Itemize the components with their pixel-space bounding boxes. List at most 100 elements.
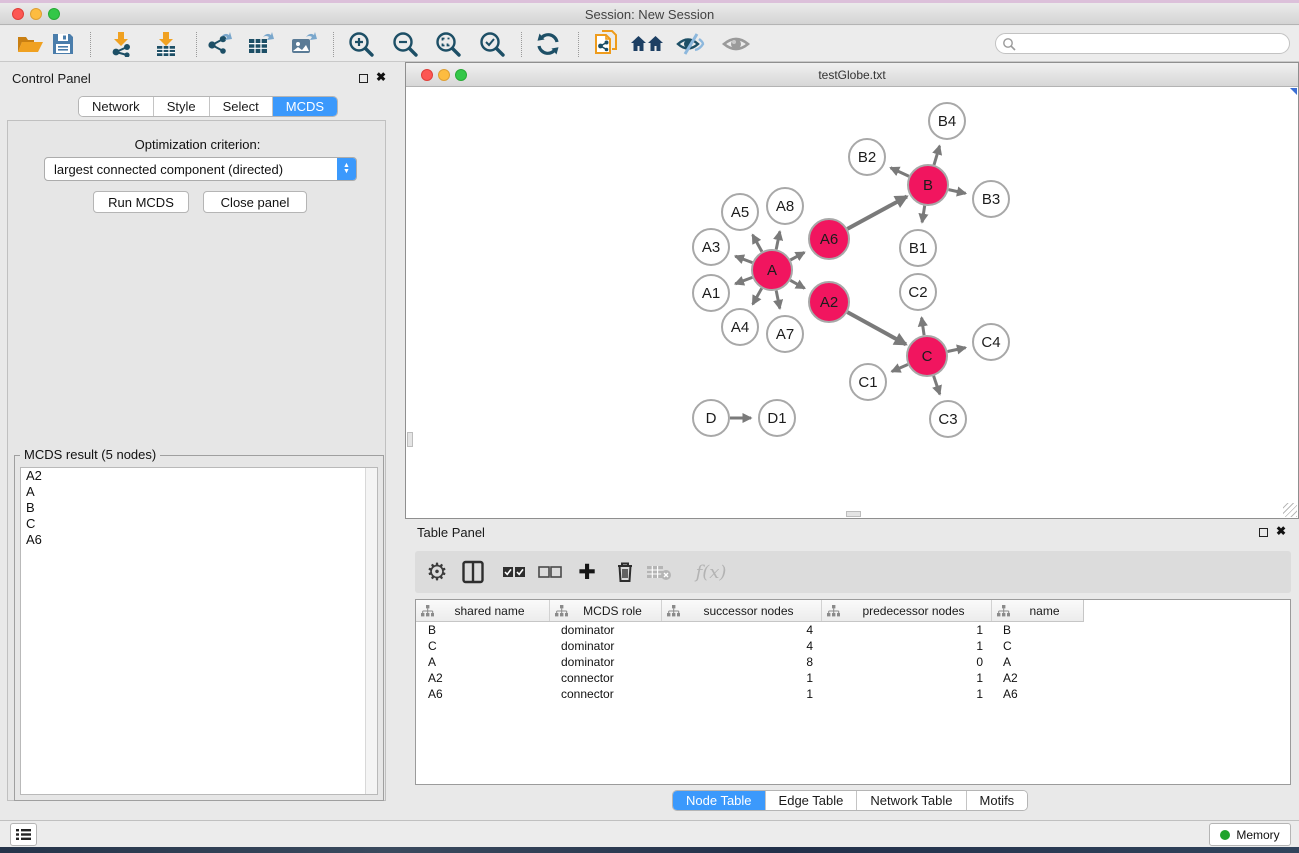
save-session-icon[interactable] [46, 30, 80, 58]
table-options-icon[interactable]: ⚙ [421, 557, 453, 587]
table-header-row: shared nameMCDS rolesuccessor nodesprede… [416, 600, 1084, 622]
delete-table-icon[interactable] [643, 557, 675, 587]
node-table: shared nameMCDS rolesuccessor nodesprede… [415, 599, 1291, 785]
table-tab-edge-table[interactable]: Edge Table [765, 791, 857, 810]
tab-select[interactable]: Select [209, 97, 272, 116]
column-header-successor-nodes[interactable]: successor nodes [661, 600, 821, 621]
graph-node-B[interactable]: B [908, 165, 948, 205]
open-file-icon[interactable] [13, 30, 47, 58]
clone-network-icon[interactable] [590, 30, 624, 58]
table-body: Bdominator41BCdominator41CAdominator80AA… [416, 622, 1290, 702]
dropdown-stepper-icon: ▲▼ [337, 158, 356, 180]
resize-grip[interactable] [1283, 503, 1297, 517]
show-status-dialog-button[interactable] [10, 823, 37, 846]
graph-node-D1[interactable]: D1 [759, 400, 795, 436]
export-network-icon[interactable] [202, 30, 236, 58]
mcds-result-item[interactable]: A2 [21, 468, 377, 484]
export-table-icon[interactable] [244, 30, 278, 58]
export-image-icon[interactable] [287, 30, 321, 58]
graph-node-B4[interactable]: B4 [929, 103, 965, 139]
mcds-result-item[interactable]: A [21, 484, 377, 500]
graph-node-D[interactable]: D [693, 400, 729, 436]
close-panel-icon[interactable]: ✖ [376, 70, 386, 84]
graph-node-B2[interactable]: B2 [849, 139, 885, 175]
zoom-selected-icon[interactable] [475, 30, 509, 58]
graph-node-A7[interactable]: A7 [767, 316, 803, 352]
delete-rows-icon[interactable] [609, 557, 641, 587]
table-cell: B [416, 623, 549, 637]
close-table-panel-icon[interactable]: ✖ [1276, 524, 1286, 538]
zoom-in-icon[interactable] [344, 30, 378, 58]
mcds-result-item[interactable]: B [21, 500, 377, 516]
column-header-name[interactable]: name [991, 600, 1083, 621]
show-hide-panels-icon[interactable] [630, 30, 664, 58]
graph-node-A2[interactable]: A2 [809, 282, 849, 322]
table-row[interactable]: A2connector11A2 [416, 670, 1290, 686]
svg-text:A4: A4 [731, 319, 749, 336]
svg-text:A3: A3 [702, 239, 720, 256]
svg-text:D: D [706, 410, 717, 427]
network-canvas[interactable]: B4 B2 B B3 A8A5 A6 A3 B1 A C2 A1 A2 A4 A7 C4 C C1 C3 D D1 [406, 88, 1298, 518]
select-all-rows-icon[interactable] [498, 557, 530, 587]
import-network-icon[interactable] [104, 30, 138, 58]
graph-node-A6[interactable]: A6 [809, 219, 849, 259]
show-graphics-details-icon[interactable] [719, 30, 753, 58]
desktop-strip-bottom [0, 847, 1299, 853]
tab-network[interactable]: Network [79, 97, 153, 116]
apply-layout-icon[interactable] [531, 30, 565, 58]
memory-status-icon [1220, 830, 1230, 840]
table-tab-motifs[interactable]: Motifs [966, 791, 1028, 810]
run-mcds-button[interactable]: Run MCDS [93, 191, 189, 213]
close-panel-button[interactable]: Close panel [203, 191, 307, 213]
mcds-result-item[interactable]: C [21, 516, 377, 532]
table-row[interactable]: Adominator80A [416, 654, 1290, 670]
graph-node-C3[interactable]: C3 [930, 401, 966, 437]
function-builder-icon[interactable]: f(x) [689, 557, 733, 587]
table-tab-network-table[interactable]: Network Table [856, 791, 965, 810]
zoom-fit-icon[interactable] [431, 30, 465, 58]
graph-edge-A-A2 [790, 280, 804, 288]
graph-edge-A-A7 [776, 291, 780, 309]
deselect-all-rows-icon[interactable] [534, 557, 566, 587]
graph-node-C1[interactable]: C1 [850, 364, 886, 400]
graph-node-A4[interactable]: A4 [722, 309, 758, 345]
column-header-predecessor-nodes[interactable]: predecessor nodes [821, 600, 991, 621]
add-row-icon[interactable]: ✚ [571, 557, 603, 587]
tab-mcds[interactable]: MCDS [272, 97, 337, 116]
column-header-shared-name[interactable]: shared name [416, 600, 549, 621]
table-row[interactable]: Bdominator41B [416, 622, 1290, 638]
float-table-panel-icon[interactable] [1259, 528, 1268, 537]
graph-node-A[interactable]: A [752, 250, 792, 290]
search-input[interactable] [1016, 36, 1289, 52]
column-header-MCDS-role[interactable]: MCDS role [549, 600, 661, 621]
table-tab-node-table[interactable]: Node Table [673, 791, 765, 810]
tab-style[interactable]: Style [153, 97, 209, 116]
mcds-result-item[interactable]: A6 [21, 532, 377, 548]
graph-node-C[interactable]: C [907, 336, 947, 376]
zoom-out-icon[interactable] [388, 30, 422, 58]
table-row[interactable]: Cdominator41C [416, 638, 1290, 654]
graph-node-C2[interactable]: C2 [900, 274, 936, 310]
toolbar-separator [90, 32, 91, 57]
import-table-icon[interactable] [149, 30, 183, 58]
memory-button[interactable]: Memory [1209, 823, 1291, 846]
float-panel-icon[interactable] [359, 74, 368, 83]
graph-node-A5[interactable]: A5 [722, 194, 758, 230]
control-panel-tabs: NetworkStyleSelectMCDS [78, 96, 338, 117]
graph-node-B1[interactable]: B1 [900, 230, 936, 266]
show-columns-icon[interactable] [457, 557, 489, 587]
splitter-handle-bottom[interactable] [846, 511, 861, 517]
graph-edge-B-B1 [922, 206, 925, 223]
graph-node-A3[interactable]: A3 [693, 229, 729, 265]
graph-node-A8[interactable]: A8 [767, 188, 803, 224]
hide-graphics-details-icon[interactable] [673, 30, 707, 58]
splitter-handle-left[interactable] [407, 432, 413, 447]
table-row[interactable]: A6connector11A6 [416, 686, 1290, 702]
result-list-scrollbar[interactable] [365, 468, 377, 794]
network-window-titlebar[interactable]: testGlobe.txt [406, 63, 1298, 87]
criterion-dropdown[interactable]: largest connected component (directed) ▲… [44, 157, 357, 181]
graph-node-B3[interactable]: B3 [973, 181, 1009, 217]
graph-node-C4[interactable]: C4 [973, 324, 1009, 360]
graph-edge-C-C1 [892, 365, 908, 372]
graph-node-A1[interactable]: A1 [693, 275, 729, 311]
